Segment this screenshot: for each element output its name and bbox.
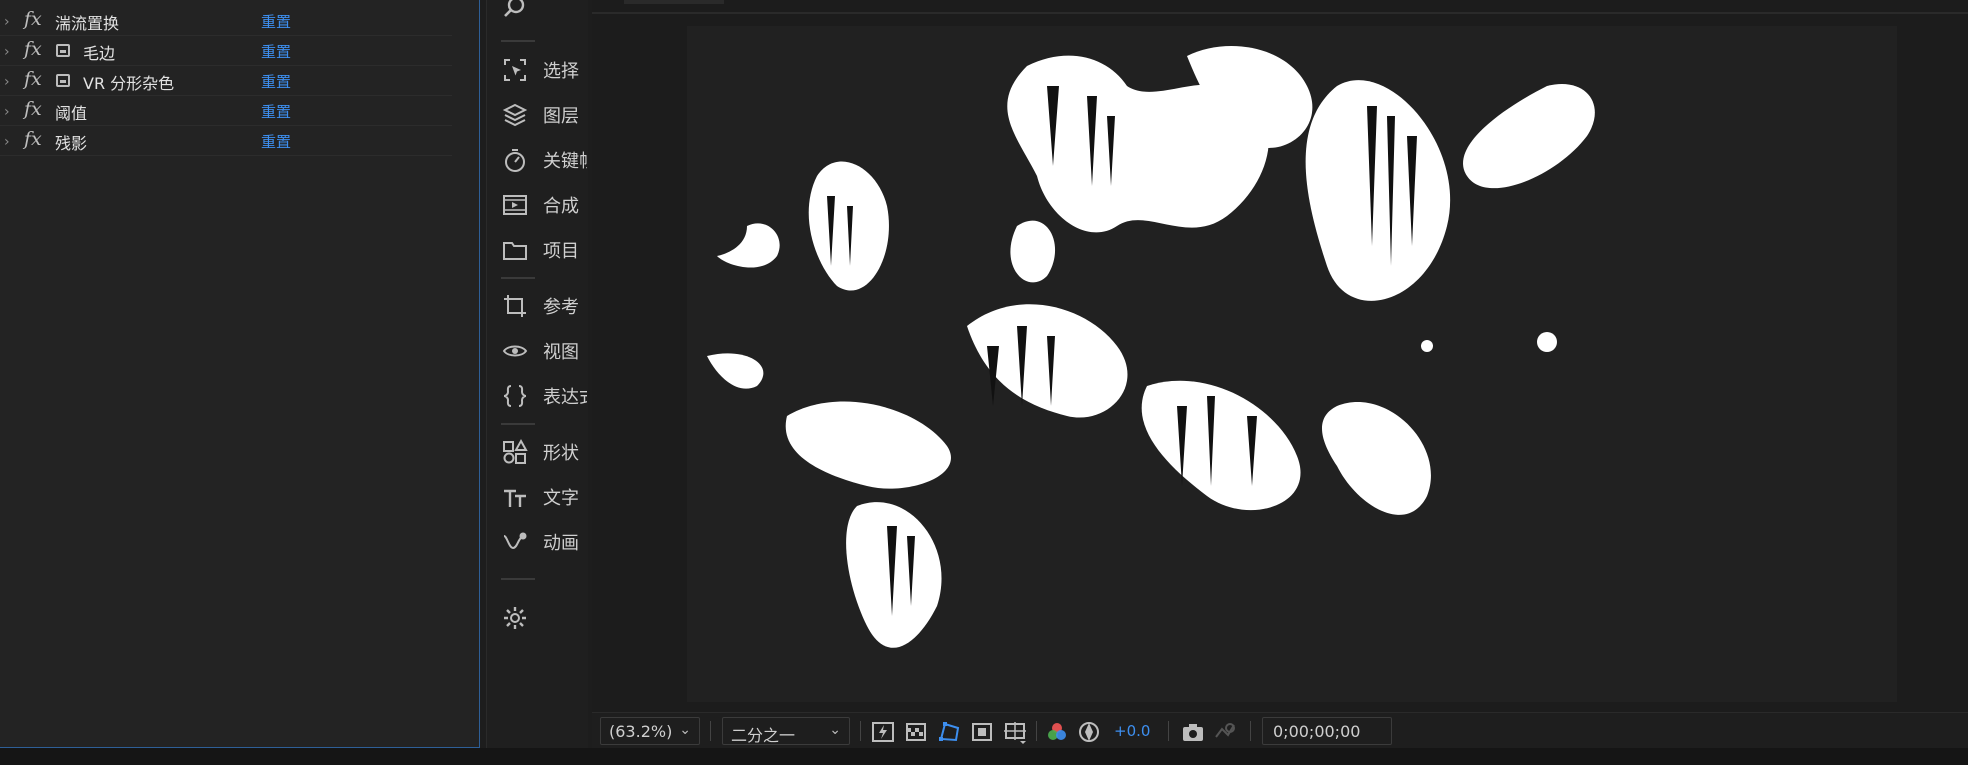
eye-icon [501,337,529,365]
reset-link[interactable]: 重置 [261,131,291,152]
composition-viewer: (63.2%) ⌄ 二分之一 ⌄ +0.0 0;00;00;00 [592,0,1968,748]
plugin-icon [56,44,70,57]
tool-shapes[interactable]: 形状 [487,432,589,472]
stopwatch-icon [501,146,529,174]
plugin-icon [56,74,70,87]
effect-row-rough-edges[interactable]: › fx 毛边 重置 [0,38,452,66]
chevron-right-icon[interactable]: › [4,104,10,120]
fx-icon[interactable]: fx [24,8,42,30]
camera-snapshot-icon[interactable] [1180,719,1206,745]
tool-label: 图层 [543,106,579,127]
divider [710,721,711,741]
tool-keyframes[interactable]: 关键帧 [487,140,589,180]
color-channels-icon[interactable] [1044,719,1070,745]
effect-row-echo[interactable]: › fx 残影 重置 [0,128,452,156]
divider [860,721,861,741]
viewer-tab[interactable] [624,0,724,4]
viewer-footer-toolbar: (63.2%) ⌄ 二分之一 ⌄ +0.0 0;00;00;00 [592,712,1968,748]
composition-icon [501,191,529,219]
effect-name: 湍流置换 [55,13,120,33]
folder-icon [501,236,529,264]
show-snapshot-icon[interactable] [1212,719,1238,745]
tool-label: 合成 [543,196,579,217]
effect-row-turbulent-displace[interactable]: › fx 湍流置换 重置 [0,8,452,36]
chevron-down-icon: ⌄ [829,722,841,738]
tool-label: 项目 [543,241,579,262]
fx-icon[interactable]: fx [24,98,42,120]
divider [1250,721,1251,741]
fx-icon[interactable]: fx [24,38,42,60]
tool-label: 动画 [543,533,579,554]
divider [501,40,535,42]
divider [501,423,535,425]
shapes-icon [501,438,529,466]
divider [501,578,535,580]
chevron-right-icon[interactable]: › [4,14,10,30]
tool-composition[interactable]: 合成 [487,185,589,225]
divider [592,12,1968,14]
layers-icon [501,101,529,129]
reset-link[interactable]: 重置 [261,101,291,122]
divider [1036,721,1037,741]
region-of-interest-icon[interactable] [969,719,995,745]
effects-panel: › fx 湍流置换 重置 › fx 毛边 重置 › fx VR 分形杂色 重置 … [0,0,480,748]
search-icon[interactable] [501,0,529,22]
tool-view[interactable]: 视图 [487,331,589,371]
tool-label: 表达式 [543,387,587,408]
resolution-value: 二分之一 [731,726,796,745]
status-strip [0,748,1968,765]
effect-name: 毛边 [83,43,116,63]
braces-icon [501,382,529,410]
effect-name: 残影 [55,133,88,153]
tool-label: 选择 [543,61,579,82]
current-time-field[interactable]: 0;00;00;00 [1262,717,1392,745]
resolution-dropdown[interactable]: 二分之一 ⌄ [722,717,850,745]
reset-link[interactable]: 重置 [261,41,291,62]
chevron-right-icon[interactable]: › [4,74,10,90]
composition-canvas[interactable] [687,26,1897,702]
fast-preview-icon[interactable] [870,719,896,745]
fx-icon[interactable]: fx [24,128,42,150]
reset-link[interactable]: 重置 [261,71,291,92]
text-tool-icon [501,483,529,511]
tools-bar: 选择 图层 关键帧 合成 项目 参考 视图 [486,0,588,748]
zoom-value: (63.2%) [609,722,673,741]
exposure-icon[interactable] [1076,719,1102,745]
effect-name: 阈值 [55,103,88,123]
tool-layers[interactable]: 图层 [487,95,589,135]
effect-name: VR 分形杂色 [83,73,175,93]
tool-label: 关键帧 [543,151,587,172]
rendered-frame [707,46,1595,648]
tool-project[interactable]: 项目 [487,230,589,270]
tool-label: 视图 [543,342,579,363]
chevron-down-icon: ⌄ [679,722,691,738]
crop-icon [501,292,529,320]
timecode-value: 0;00;00;00 [1273,722,1361,741]
tool-animate[interactable]: 动画 [487,522,589,562]
select-icon [501,56,529,84]
gear-icon[interactable] [501,604,529,632]
effect-row-vr-fractal-noise[interactable]: › fx VR 分形杂色 重置 [0,68,452,96]
chevron-right-icon[interactable]: › [4,134,10,150]
chevron-right-icon[interactable]: › [4,44,10,60]
tool-select[interactable]: 选择 [487,50,589,90]
zoom-dropdown[interactable]: (63.2%) ⌄ [600,717,700,745]
tool-label: 形状 [543,443,579,464]
effect-row-threshold[interactable]: › fx 阈值 重置 [0,98,452,126]
divider [1168,721,1169,741]
fx-icon[interactable]: fx [24,68,42,90]
reset-link[interactable]: 重置 [261,11,291,32]
pen-animate-icon [501,528,529,556]
tool-reference[interactable]: 参考 [487,286,589,326]
tool-label: 参考 [543,297,579,318]
tool-expressions[interactable]: 表达式 [487,376,589,416]
exposure-value[interactable]: +0.0 [1114,722,1150,740]
transparency-grid-icon[interactable] [903,719,929,745]
divider [501,277,535,279]
tool-label: 文字 [543,488,579,509]
tool-text[interactable]: 文字 [487,477,589,517]
mask-path-icon[interactable] [936,719,962,745]
grid-guides-icon[interactable] [1002,719,1028,745]
